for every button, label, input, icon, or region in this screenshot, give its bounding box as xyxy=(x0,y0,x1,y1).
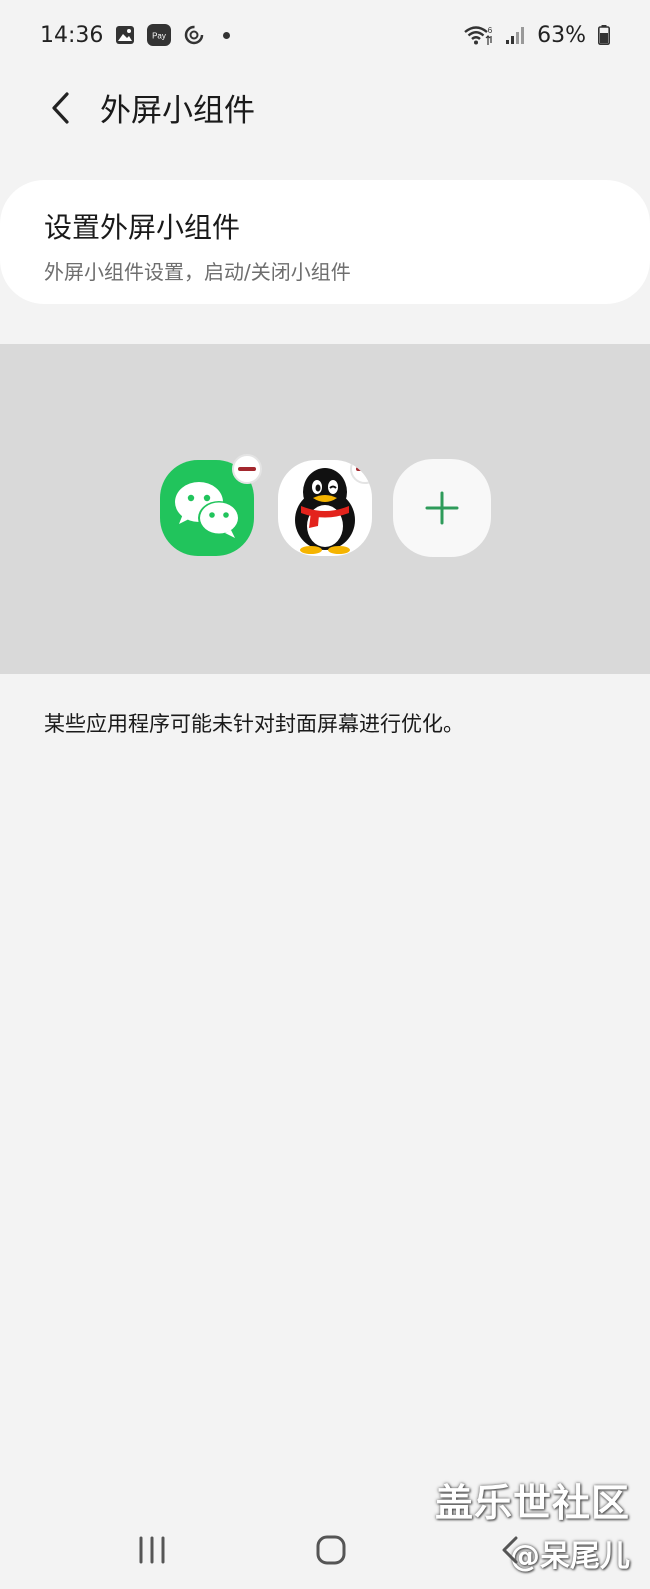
chevron-left-icon xyxy=(52,91,69,124)
samsung-pay-icon: Pay xyxy=(147,24,172,46)
widget-qq[interactable] xyxy=(278,460,372,556)
cellular-signal-icon xyxy=(505,25,525,45)
setup-widgets-card[interactable]: 设置外屏小组件 外屏小组件设置，启动/关闭小组件 xyxy=(0,180,650,304)
setup-widgets-title: 设置外屏小组件 xyxy=(44,211,241,244)
minus-icon xyxy=(238,467,256,471)
wifi-icon: 6 xyxy=(463,24,493,46)
remove-wechat-widget-button[interactable] xyxy=(232,454,262,484)
minus-icon xyxy=(356,467,372,471)
pay-icon-label: Pay xyxy=(153,32,167,41)
setup-widgets-subtitle: 外屏小组件设置，启动/关闭小组件 xyxy=(44,260,351,284)
sync-icon xyxy=(183,24,205,46)
cover-screen-notice: 某些应用程序可能未针对封面屏幕进行优化。 xyxy=(44,712,464,736)
widget-preview-panel xyxy=(0,344,650,674)
home-button[interactable] xyxy=(301,1525,361,1575)
widget-wechat[interactable] xyxy=(160,454,262,556)
back-button[interactable] xyxy=(40,88,80,128)
navigation-bar xyxy=(0,1510,650,1589)
recent-apps-icon xyxy=(139,1536,165,1563)
battery-percent: 63% xyxy=(537,22,586,48)
status-bar: 14:36 Pay 6 63% xyxy=(0,0,650,70)
plus-icon xyxy=(425,491,459,525)
home-icon xyxy=(316,1535,346,1564)
recent-apps-button[interactable] xyxy=(122,1525,182,1575)
header: 外屏小组件 xyxy=(0,70,650,145)
status-bar-right: 6 63% xyxy=(463,23,610,48)
back-nav-button[interactable] xyxy=(480,1525,540,1575)
add-widget-button[interactable] xyxy=(393,459,491,557)
page-title: 外屏小组件 xyxy=(100,93,255,129)
network-type-label: 6 xyxy=(488,26,493,35)
back-nav-icon xyxy=(502,1536,518,1563)
notification-dot-icon xyxy=(223,31,231,39)
wechat-icon xyxy=(175,482,240,538)
gallery-icon xyxy=(115,25,135,45)
status-bar-left: 14:36 Pay xyxy=(40,22,231,48)
battery-icon xyxy=(598,25,610,45)
status-time: 14:36 xyxy=(40,22,104,48)
